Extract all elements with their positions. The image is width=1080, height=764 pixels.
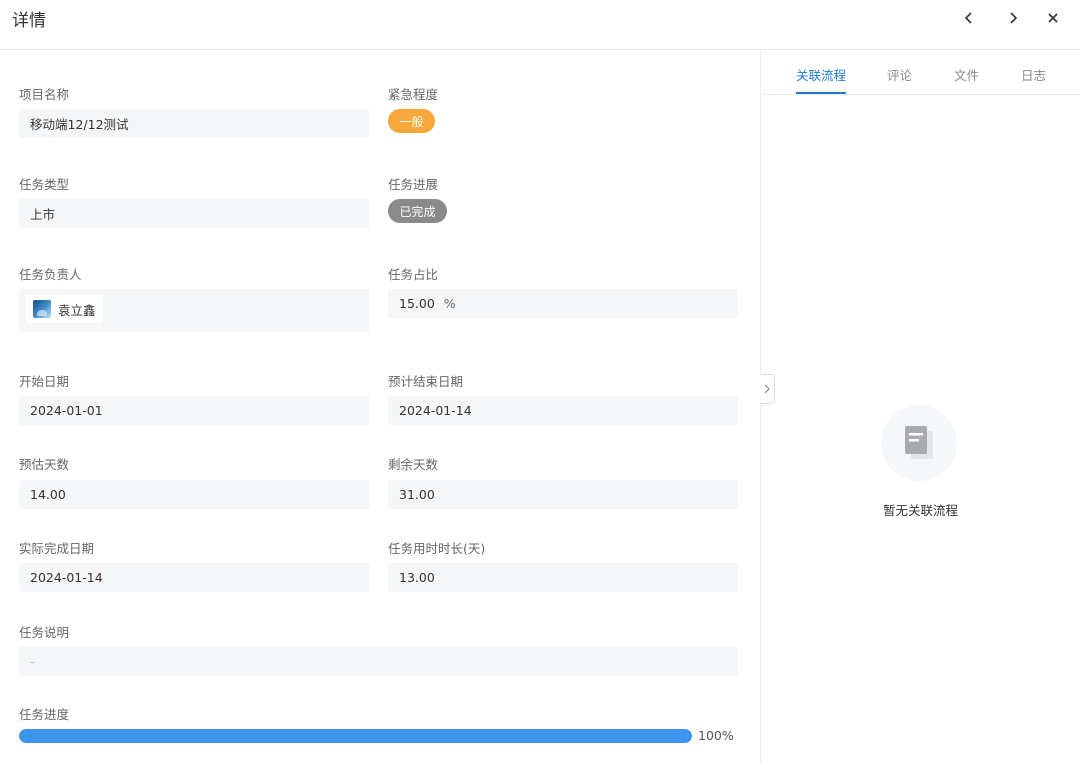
ratio-field: 15.00 % — [388, 289, 738, 318]
close-button[interactable] — [1041, 6, 1065, 30]
remain-days-label: 剩余天数 — [388, 457, 439, 472]
end-date-label: 预计结束日期 — [388, 374, 464, 389]
project-name-value: 移动端12/12测试 — [30, 117, 129, 132]
owner-field: 袁立鑫 — [19, 289, 369, 332]
actual-date-label: 实际完成日期 — [19, 541, 95, 556]
owner-chip[interactable]: 袁立鑫 — [26, 295, 103, 323]
start-date-value: 2024-01-01 — [30, 403, 103, 418]
task-type-value: 上市 — [30, 207, 56, 222]
page-title: 详情 — [12, 11, 46, 31]
est-days-value: 14.00 — [30, 487, 66, 502]
ratio-label: 任务占比 — [388, 267, 439, 282]
task-status-badge: 已完成 — [388, 199, 447, 223]
duration-value: 13.00 — [399, 570, 435, 585]
duration-field: 13.00 — [388, 563, 738, 592]
empty-state-illustration — [881, 405, 957, 481]
tab-related-process[interactable]: 关联流程 — [796, 65, 847, 94]
remain-days-value: 31.00 — [399, 487, 435, 502]
close-icon — [1048, 13, 1058, 23]
detail-header: 详情 — [0, 0, 1080, 50]
avatar — [33, 300, 51, 318]
side-panel: 关联流程 评论 文件 日志 暂无关联流程 — [761, 51, 1080, 764]
start-date-label: 开始日期 — [19, 374, 70, 389]
description-value: - — [30, 654, 35, 669]
description-field: - — [19, 647, 738, 676]
next-button[interactable] — [1001, 6, 1025, 30]
est-days-field: 14.00 — [19, 480, 369, 509]
urgency-label: 紧急程度 — [388, 87, 439, 102]
remain-days-field: 31.00 — [388, 480, 738, 509]
task-status-label: 任务进展 — [388, 177, 439, 192]
task-type-label: 任务类型 — [19, 177, 70, 192]
actual-date-value: 2024-01-14 — [30, 570, 103, 585]
project-name-field: 移动端12/12测试 — [19, 109, 369, 138]
duration-label: 任务用时时长(天) — [388, 541, 486, 556]
tab-logs[interactable]: 日志 — [1021, 65, 1046, 94]
description-label: 任务说明 — [19, 625, 70, 640]
detail-form: 项目名称 移动端12/12测试 紧急程度 一般 任务类型 上市 任务进展 已完成… — [0, 51, 760, 764]
owner-label: 任务负责人 — [19, 267, 82, 282]
end-date-value: 2024-01-14 — [399, 403, 472, 418]
empty-state-text: 暂无关联流程 — [882, 503, 958, 518]
urgency-badge: 一般 — [388, 109, 435, 133]
owner-name: 袁立鑫 — [58, 302, 96, 318]
chevron-right-icon — [1010, 12, 1018, 24]
tab-files[interactable]: 文件 — [954, 65, 979, 94]
document-icon — [905, 426, 933, 459]
side-tabs: 关联流程 评论 文件 日志 — [761, 51, 1080, 95]
progress-percent: 100% — [698, 728, 734, 743]
task-type-field: 上市 — [19, 199, 369, 228]
progress-fill — [19, 729, 692, 743]
end-date-field: 2024-01-14 — [388, 396, 738, 425]
progress-label: 任务进度 — [19, 707, 70, 722]
est-days-label: 预估天数 — [19, 457, 70, 472]
ratio-value: 15.00 — [399, 296, 435, 311]
actual-date-field: 2024-01-14 — [19, 563, 369, 592]
chevron-left-icon — [964, 12, 972, 24]
urgency-value: 一般 — [399, 114, 424, 129]
task-status-value: 已完成 — [399, 204, 436, 219]
tab-comments[interactable]: 评论 — [887, 65, 912, 94]
ratio-unit: % — [443, 296, 456, 311]
start-date-field: 2024-01-01 — [19, 396, 369, 425]
progress-bar — [19, 729, 692, 743]
project-name-label: 项目名称 — [19, 87, 70, 102]
previous-button[interactable] — [957, 6, 981, 30]
